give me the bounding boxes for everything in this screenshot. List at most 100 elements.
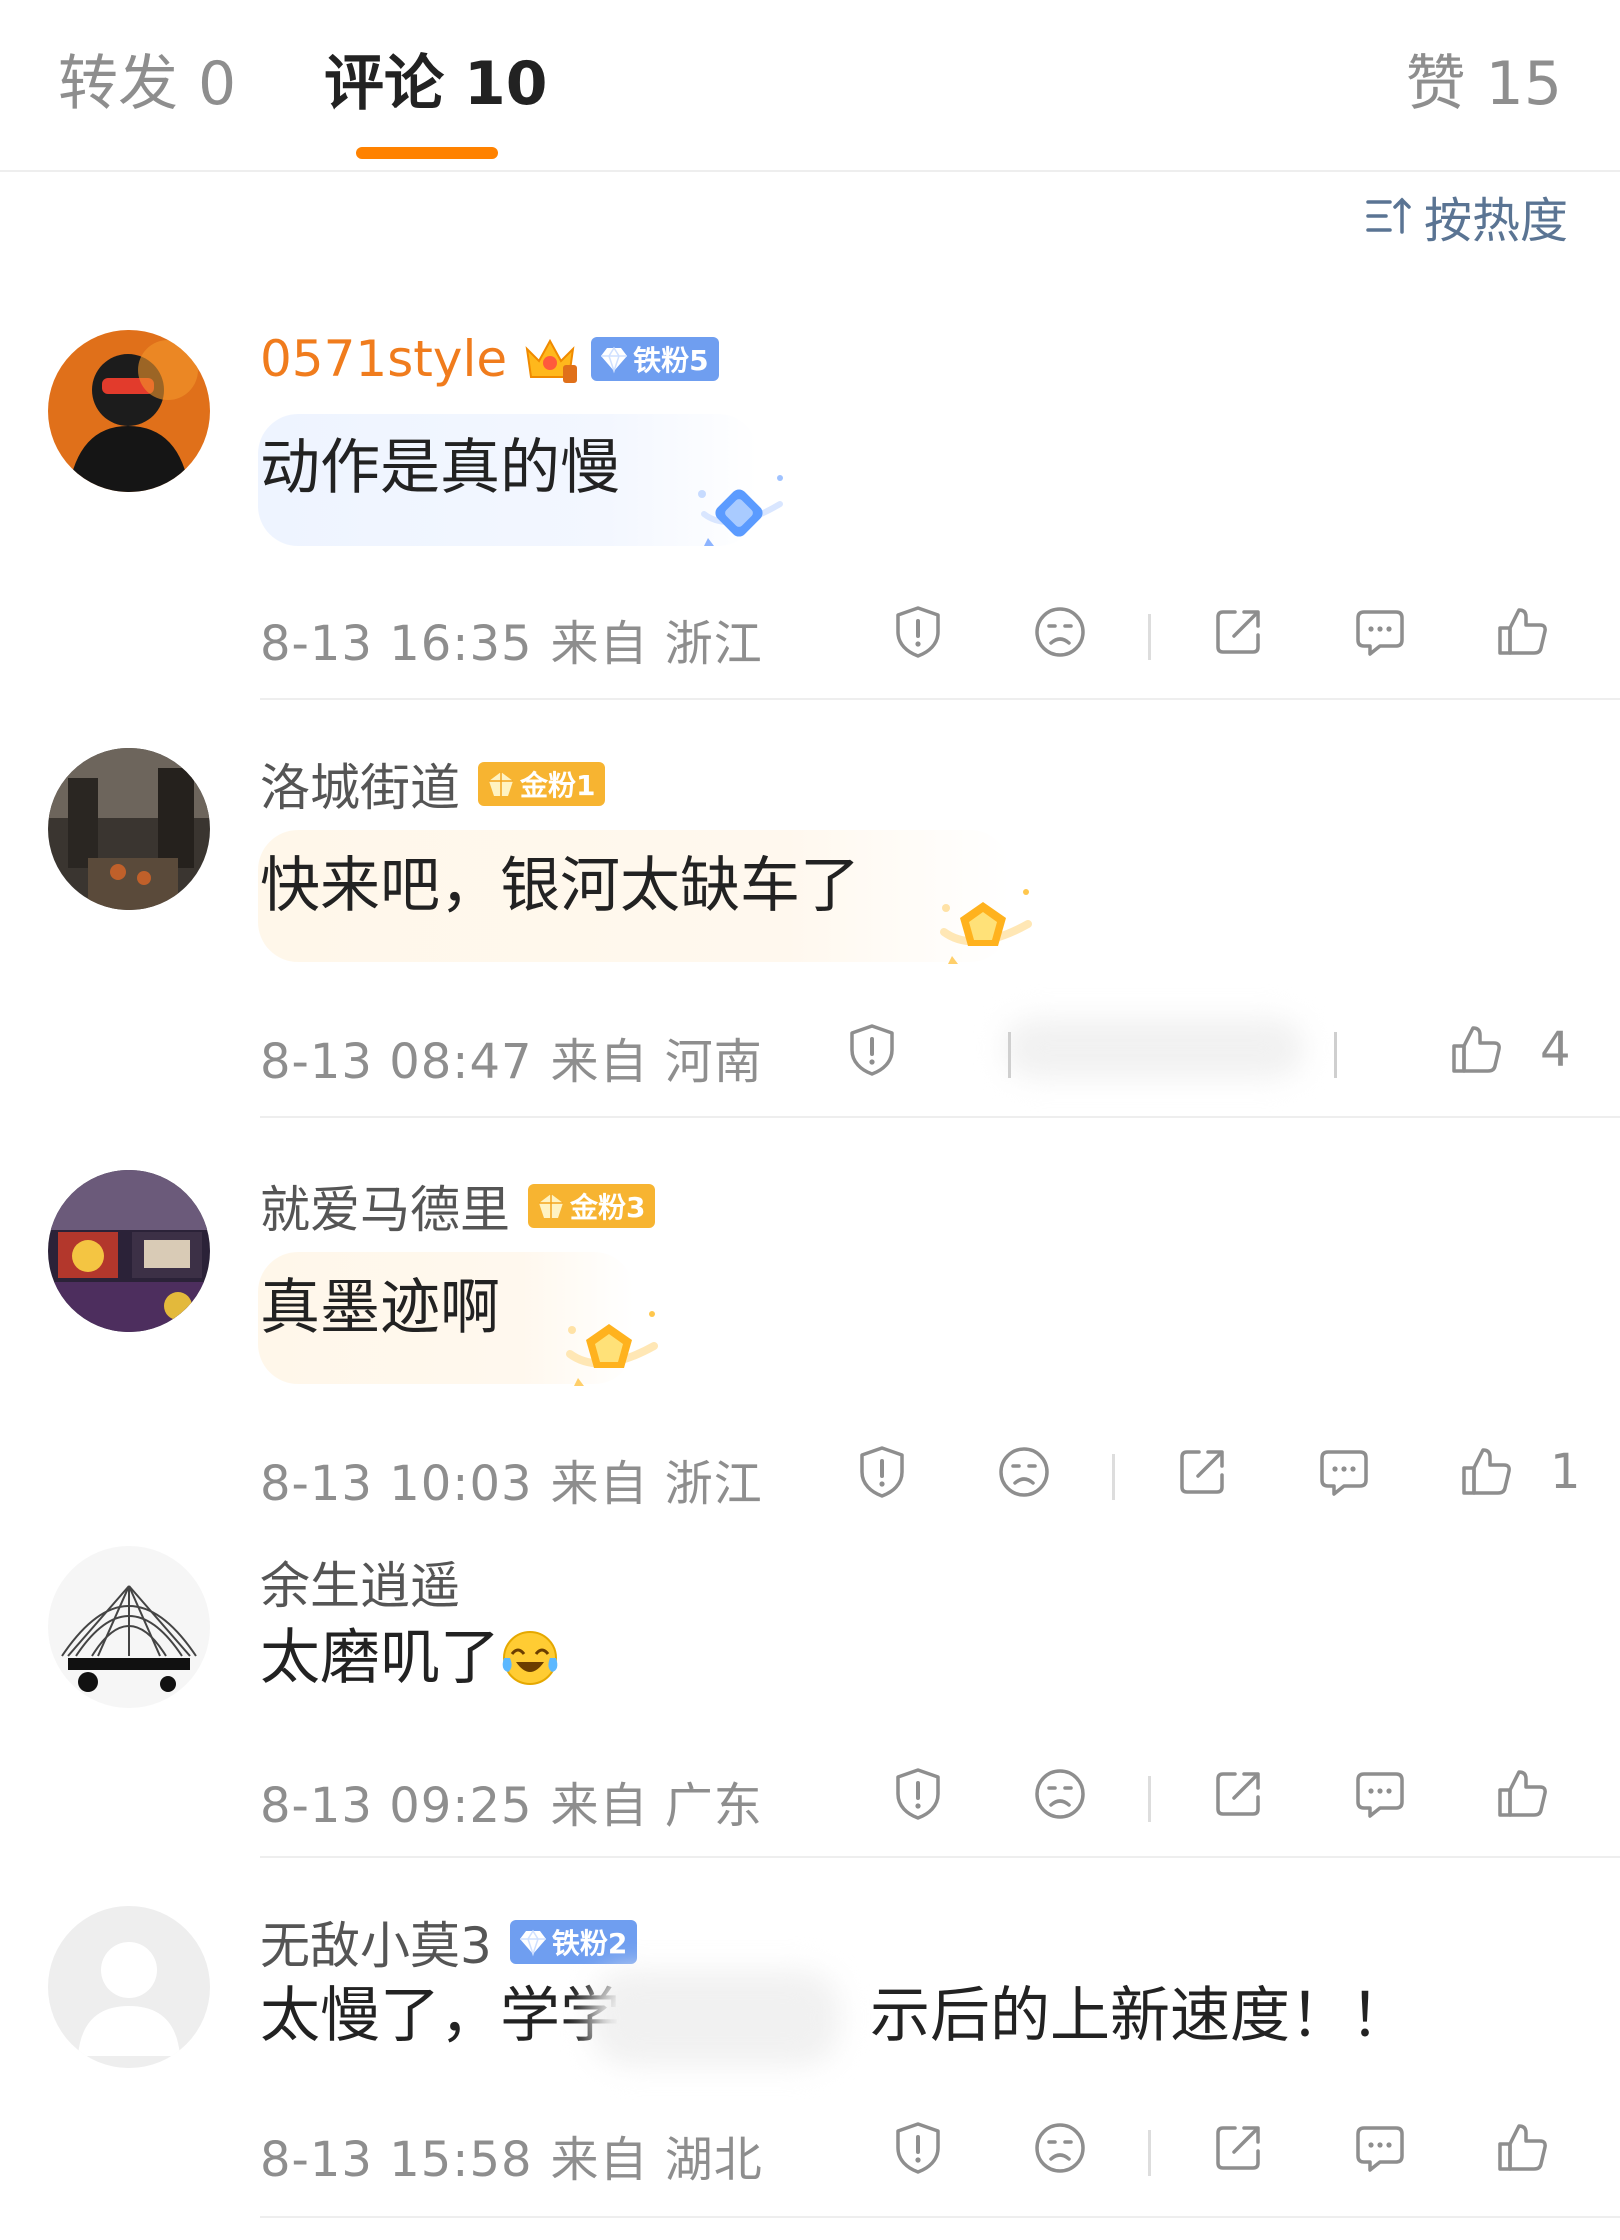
reply-icon xyxy=(1350,2118,1410,2178)
divider xyxy=(1112,1454,1115,1500)
dislike-button[interactable] xyxy=(994,1442,1054,1502)
divider xyxy=(1334,1032,1337,1078)
comment-text: 太磨叽了 xyxy=(260,1618,560,1698)
like-button[interactable] xyxy=(1492,602,1552,662)
share-button[interactable] xyxy=(1208,1764,1268,1824)
fan-badge: 金粉1 xyxy=(478,762,606,806)
dislike-icon xyxy=(994,1442,1054,1502)
comment-text: 真墨迹啊 xyxy=(260,1273,500,1343)
comment-header: 就爱马德里 金粉3 xyxy=(260,1170,656,1242)
comment-divider xyxy=(260,2216,1620,2218)
comment-header: 余生逍遥 xyxy=(260,1546,460,1618)
reply-button[interactable] xyxy=(1350,602,1410,662)
like-count: 4 xyxy=(1540,1022,1571,1078)
avatar[interactable] xyxy=(48,1906,210,2068)
comment-text: 快来吧，银河太缺车了 xyxy=(260,851,860,921)
avatar[interactable] xyxy=(48,1170,210,1332)
share-button[interactable] xyxy=(1208,2118,1268,2178)
dislike-icon xyxy=(1030,602,1090,662)
vip-crown-icon xyxy=(525,338,578,383)
diamond-icon xyxy=(518,1927,548,1957)
comment-header: 无敌小莫3 铁粉2 xyxy=(260,1906,638,1978)
comment-tabs: 转发 0 评论 10 赞 15 xyxy=(0,0,1620,172)
username[interactable]: 洛城街道 xyxy=(260,748,460,820)
report-button[interactable] xyxy=(888,1764,948,1824)
dislike-icon xyxy=(1030,1764,1090,1824)
comment-location: 来自 广东 xyxy=(550,1778,763,1834)
tab-reposts[interactable]: 转发 0 xyxy=(58,44,236,124)
username[interactable]: 就爱马德里 xyxy=(260,1170,510,1242)
like-button[interactable] xyxy=(1456,1442,1516,1502)
divider xyxy=(1148,614,1151,660)
sort-by-hot-button[interactable]: 按热度 xyxy=(1364,182,1568,250)
blurred-region xyxy=(1004,1018,1304,1078)
report-icon xyxy=(888,602,948,662)
gold-gem-decoration-icon xyxy=(934,880,1034,976)
comment-meta: 8-13 15:58 来自 湖北 xyxy=(260,2108,1620,2188)
comment-meta: 8-13 08:47 来自 河南 4 xyxy=(260,1010,1620,1090)
tab-comments[interactable]: 评论 10 xyxy=(324,44,548,124)
report-button[interactable] xyxy=(888,602,948,662)
report-icon xyxy=(888,2118,948,2178)
like-icon xyxy=(1492,602,1552,662)
like-button[interactable] xyxy=(1446,1020,1506,1080)
comment-divider xyxy=(260,1116,1620,1118)
diamond-icon xyxy=(599,344,629,374)
dislike-button[interactable] xyxy=(1030,602,1090,662)
reply-icon xyxy=(1350,1764,1410,1824)
divider xyxy=(1008,1032,1011,1078)
comment-location: 来自 湖北 xyxy=(550,2132,763,2188)
report-button[interactable] xyxy=(852,1442,912,1502)
blue-diamond-decoration-icon xyxy=(690,464,790,560)
blurred-region xyxy=(590,1970,840,2066)
share-icon xyxy=(1208,2118,1268,2178)
tab-likes[interactable]: 赞 15 xyxy=(1406,44,1562,124)
like-icon xyxy=(1492,2118,1552,2178)
share-button[interactable] xyxy=(1172,1442,1232,1502)
avatar[interactable] xyxy=(48,1546,210,1708)
comment-header: 0571style 铁粉5 xyxy=(260,330,719,388)
comment-time: 8-13 15:58 xyxy=(260,2132,533,2188)
report-icon xyxy=(888,1764,948,1824)
dislike-button[interactable] xyxy=(1030,2118,1090,2178)
reply-button[interactable] xyxy=(1350,1764,1410,1824)
report-button[interactable] xyxy=(842,1020,902,1080)
sort-label: 按热度 xyxy=(1423,193,1568,249)
like-icon xyxy=(1446,1020,1506,1080)
report-icon xyxy=(842,1020,902,1080)
reply-icon xyxy=(1314,1442,1374,1502)
username[interactable]: 余生逍遥 xyxy=(260,1546,460,1618)
dislike-icon xyxy=(1030,2118,1090,2178)
reply-button[interactable] xyxy=(1314,1442,1374,1502)
share-icon xyxy=(1208,602,1268,662)
laughing-tears-emoji-icon xyxy=(502,1631,558,1685)
comment-location: 来自 河南 xyxy=(550,1034,763,1090)
fan-badge: 铁粉5 xyxy=(591,337,719,381)
sort-icon xyxy=(1366,197,1411,234)
share-button[interactable] xyxy=(1208,602,1268,662)
reply-icon xyxy=(1350,602,1410,662)
like-icon xyxy=(1492,1764,1552,1824)
comment-time: 8-13 09:25 xyxy=(260,1778,533,1834)
username[interactable]: 0571style xyxy=(260,330,507,388)
active-tab-indicator xyxy=(356,147,498,159)
report-button[interactable] xyxy=(888,2118,948,2178)
divider xyxy=(1148,1776,1151,1822)
comment-meta: 8-13 16:35 来自 浙江 xyxy=(260,592,1620,672)
like-button[interactable] xyxy=(1492,2118,1552,2178)
gold-gem-icon xyxy=(536,1191,566,1221)
comment-location: 来自 浙江 xyxy=(550,616,763,672)
like-button[interactable] xyxy=(1492,1764,1552,1824)
username[interactable]: 无敌小莫3 xyxy=(260,1906,492,1978)
fan-badge: 金粉3 xyxy=(528,1184,656,1228)
comment-text: 动作是真的慢 xyxy=(260,433,620,503)
gold-gem-decoration-icon xyxy=(560,1302,660,1398)
gold-gem-icon xyxy=(486,769,516,799)
comment-location: 来自 浙江 xyxy=(550,1456,763,1512)
report-icon xyxy=(852,1442,912,1502)
comment-meta: 8-13 09:25 来自 广东 xyxy=(260,1754,1620,1834)
reply-button[interactable] xyxy=(1350,2118,1410,2178)
dislike-button[interactable] xyxy=(1030,1764,1090,1824)
avatar[interactable] xyxy=(48,748,210,910)
avatar[interactable] xyxy=(48,330,210,492)
